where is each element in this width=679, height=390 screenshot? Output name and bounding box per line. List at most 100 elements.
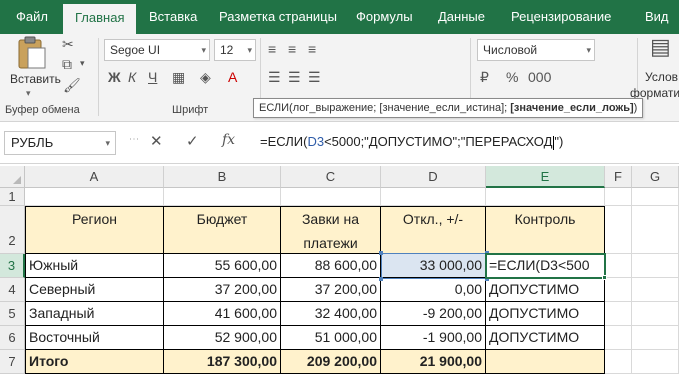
formula-input[interactable]: =ЕСЛИ(D3<5000;"ДОПУСТИМО";"ПЕРЕРАСХОД ") (252, 131, 679, 155)
borders-icon[interactable]: ▦ (172, 70, 185, 84)
insert-function-icon[interactable]: fx (222, 132, 235, 148)
name-box[interactable]: РУБЛЬ ▾ (4, 131, 116, 155)
thousands-icon[interactable]: 000 (528, 70, 551, 84)
column-header-d[interactable]: D (381, 166, 486, 188)
cell-g4[interactable] (632, 278, 679, 302)
cell-d3[interactable]: 33 000,00 (381, 254, 486, 278)
column-header-c[interactable]: C (281, 166, 381, 188)
format-painter-icon[interactable]: 🖌 (63, 78, 81, 92)
cell-c1[interactable] (281, 188, 381, 206)
cut-icon[interactable]: ✂ (62, 37, 74, 51)
row-header-2[interactable]: 2 (0, 206, 25, 254)
italic-icon[interactable]: К (128, 70, 136, 84)
tab-file[interactable]: Файл (16, 0, 48, 34)
cell-f3[interactable] (605, 254, 632, 278)
align-middle-icon[interactable]: ≡ (288, 42, 296, 56)
cell-d1[interactable] (381, 188, 486, 206)
cell-a3[interactable]: Южный (25, 254, 164, 278)
cell-a1[interactable] (25, 188, 164, 206)
font-color-icon[interactable]: A (228, 70, 237, 84)
fill-handle[interactable] (602, 275, 607, 280)
cell-b3[interactable]: 55 600,00 (164, 254, 281, 278)
cell-f2[interactable] (605, 206, 632, 254)
cell-b5[interactable]: 41 600,00 (164, 302, 281, 326)
cell-c5[interactable]: 32 400,00 (281, 302, 381, 326)
cell-g6[interactable] (632, 326, 679, 350)
cell-f7[interactable] (605, 350, 632, 374)
column-header-e[interactable]: E (486, 166, 605, 188)
tab-page-layout[interactable]: Разметка страницы (219, 0, 337, 34)
cell-c4[interactable]: 37 200,00 (281, 278, 381, 302)
cell-a4[interactable]: Северный (25, 278, 164, 302)
cell-e5[interactable]: ДОПУСТИМО (486, 302, 605, 326)
underline-icon[interactable]: Ч (148, 70, 157, 84)
font-name-combo[interactable]: Segoe UI ▾ (104, 39, 210, 61)
align-bottom-icon[interactable]: ≡ (308, 42, 316, 56)
row-header-7[interactable]: 7 (0, 350, 25, 374)
row-header-3[interactable]: 3 (0, 254, 25, 278)
cell-e6[interactable]: ДОПУСТИМО (486, 326, 605, 350)
cell-g7[interactable] (632, 350, 679, 374)
row-header-1[interactable]: 1 (0, 188, 25, 206)
column-header-b[interactable]: B (164, 166, 281, 188)
cell-f6[interactable] (605, 326, 632, 350)
font-size-combo[interactable]: 12 ▾ (214, 39, 256, 61)
cancel-icon[interactable]: ✕ (150, 132, 163, 150)
cell-d7[interactable]: 21 900,00 (381, 350, 486, 374)
cell-d6[interactable]: -1 900,00 (381, 326, 486, 350)
cell-d5[interactable]: -9 200,00 (381, 302, 486, 326)
cell-g3[interactable] (632, 254, 679, 278)
cell-g2[interactable] (632, 206, 679, 254)
tab-formulas[interactable]: Формулы (356, 0, 413, 34)
header-control[interactable]: Контроль (486, 206, 605, 254)
cell-a5[interactable]: Западный (25, 302, 164, 326)
cell-f5[interactable] (605, 302, 632, 326)
cell-g5[interactable] (632, 302, 679, 326)
enter-icon[interactable]: ✓ (186, 132, 199, 150)
header-region[interactable]: Регион (25, 206, 164, 254)
cell-a7[interactable]: Итого (25, 350, 164, 374)
header-budget[interactable]: Бюджет (164, 206, 281, 254)
cell-g1[interactable] (632, 188, 679, 206)
tab-view[interactable]: Вид (645, 0, 669, 34)
number-format-combo[interactable]: Числовой ▾ (477, 39, 595, 61)
tab-data[interactable]: Данные (438, 0, 485, 34)
cell-f1[interactable] (605, 188, 632, 206)
cell-e3[interactable]: =ЕСЛИ(D3<500 (486, 254, 605, 278)
cell-f4[interactable] (605, 278, 632, 302)
cell-e1[interactable] (486, 188, 605, 206)
align-left-icon[interactable]: ☰ (268, 70, 281, 84)
bold-icon[interactable]: Ж (108, 70, 121, 84)
cell-b6[interactable]: 52 900,00 (164, 326, 281, 350)
column-header-g[interactable]: G (632, 166, 679, 188)
currency-icon[interactable]: ₽ (480, 70, 489, 84)
align-top-icon[interactable]: ≡ (268, 42, 276, 56)
row-header-4[interactable]: 4 (0, 278, 25, 302)
cell-b1[interactable] (164, 188, 281, 206)
paste-button[interactable]: Вставить ▾ (4, 36, 61, 98)
percent-icon[interactable]: % (506, 70, 518, 84)
cell-e4[interactable]: ДОПУСТИМО (486, 278, 605, 302)
copy-icon[interactable]: ⧉ (62, 57, 72, 71)
fill-color-icon[interactable]: ◈ (200, 70, 211, 84)
cell-d4[interactable]: 0,00 (381, 278, 486, 302)
column-header-f[interactable]: F (605, 166, 632, 188)
cell-c7[interactable]: 209 200,00 (281, 350, 381, 374)
conditional-formatting-label[interactable]: Услов (645, 70, 678, 84)
cell-e7[interactable] (486, 350, 605, 374)
tab-home[interactable]: Главная (63, 4, 137, 34)
column-header-a[interactable]: A (25, 166, 164, 188)
header-deviation[interactable]: Откл., +/- (381, 206, 486, 254)
cell-c6[interactable]: 51 000,00 (281, 326, 381, 350)
select-all-corner[interactable] (0, 166, 25, 188)
cell-c3[interactable]: 88 600,00 (281, 254, 381, 278)
cell-b7[interactable]: 187 300,00 (164, 350, 281, 374)
row-header-5[interactable]: 5 (0, 302, 25, 326)
tab-insert[interactable]: Вставка (149, 0, 197, 34)
cell-b4[interactable]: 37 200,00 (164, 278, 281, 302)
tab-review[interactable]: Рецензирование (511, 0, 611, 34)
copy-dropdown-icon[interactable]: ▾ (80, 59, 85, 68)
header-requests[interactable]: Завки на платежи (281, 206, 381, 254)
row-header-6[interactable]: 6 (0, 326, 25, 350)
cell-a6[interactable]: Восточный (25, 326, 164, 350)
